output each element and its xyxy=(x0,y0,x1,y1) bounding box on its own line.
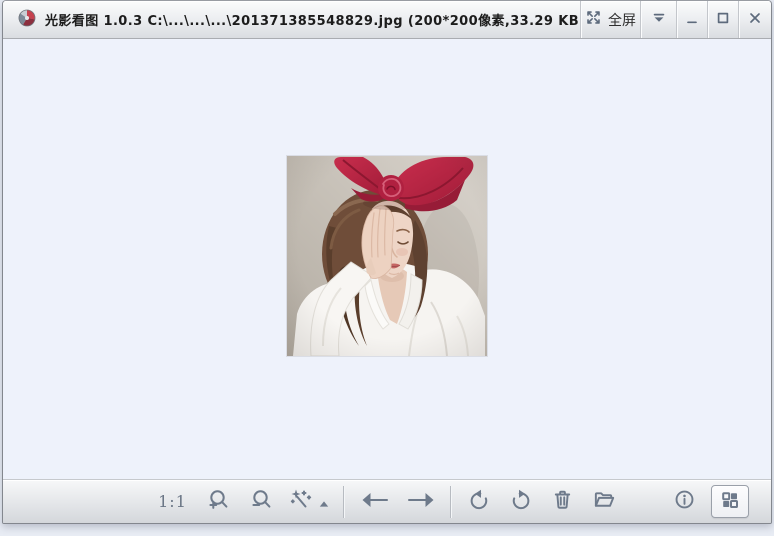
thumbnail-grid-button[interactable] xyxy=(711,485,749,518)
auto-enhance-button[interactable] xyxy=(289,488,329,516)
maximize-icon xyxy=(714,9,732,31)
toolbar-separator xyxy=(343,486,344,518)
rotate-ccw-button[interactable] xyxy=(467,488,491,516)
toolbar-right-group xyxy=(673,480,749,523)
app-logo-icon xyxy=(18,9,36,31)
image-info-button[interactable] xyxy=(673,488,696,515)
zoom-out-button[interactable] xyxy=(250,488,273,515)
rotate-cw-button[interactable] xyxy=(509,488,533,516)
collapse-toolbar-icon xyxy=(651,10,667,30)
bottom-toolbar: 1:1 xyxy=(3,479,771,523)
caret-up-icon[interactable] xyxy=(319,493,329,516)
magnifier-minus-icon xyxy=(250,488,273,515)
displayed-photo xyxy=(287,156,487,356)
trash-icon xyxy=(551,488,574,515)
fullscreen-expand-icon xyxy=(585,9,602,30)
window-title: 光影看图 1.0.3 C:\...\...\...\20137138554882… xyxy=(45,1,580,38)
delete-button[interactable] xyxy=(551,488,574,515)
titlebar[interactable]: 光影看图 1.0.3 C:\...\...\...\20137138554882… xyxy=(3,1,771,39)
desktop: 光影看图 1.0.3 C:\...\...\...\20137138554882… xyxy=(0,0,774,536)
open-folder-button[interactable] xyxy=(592,488,616,515)
zoom-in-button[interactable] xyxy=(207,488,230,515)
next-image-button[interactable] xyxy=(406,489,436,515)
toolbar-separator xyxy=(450,486,451,518)
toolbar-main-group: 1:1 xyxy=(158,486,616,518)
actual-size-button[interactable]: 1:1 xyxy=(158,492,187,511)
info-circle-icon xyxy=(673,488,696,515)
image-canvas xyxy=(3,39,771,479)
rotate-cw-icon xyxy=(509,488,533,516)
close-button[interactable] xyxy=(738,1,771,38)
fullscreen-label: 全屏 xyxy=(608,10,636,30)
arrow-left-icon xyxy=(360,489,390,515)
magic-wand-icon xyxy=(289,488,314,516)
previous-image-button[interactable] xyxy=(360,489,390,515)
maximize-button[interactable] xyxy=(707,1,738,38)
rotate-ccw-icon xyxy=(467,488,491,516)
viewer-window: 光影看图 1.0.3 C:\...\...\...\20137138554882… xyxy=(2,0,772,524)
arrow-right-icon xyxy=(406,489,436,515)
close-icon xyxy=(746,9,764,31)
magnifier-plus-icon xyxy=(207,488,230,515)
folder-open-icon xyxy=(592,488,616,515)
app-menu[interactable] xyxy=(3,1,45,38)
minimize-icon xyxy=(683,9,701,31)
collapse-toolbar-button[interactable] xyxy=(640,1,676,38)
minimize-button[interactable] xyxy=(676,1,707,38)
fullscreen-button[interactable]: 全屏 xyxy=(580,1,640,38)
grid-icon xyxy=(720,490,740,514)
